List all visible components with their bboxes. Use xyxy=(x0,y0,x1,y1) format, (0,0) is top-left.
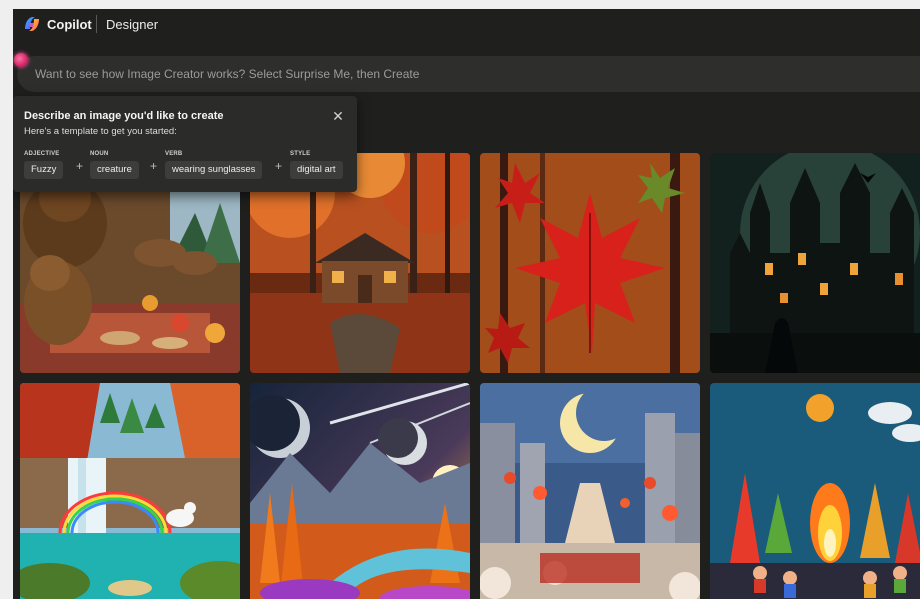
template-label-verb: VERB xyxy=(165,151,183,157)
template-chip-style[interactable]: digital art xyxy=(290,161,343,179)
template-popover: Describe an image you'd like to create H… xyxy=(13,96,357,192)
gallery-image-gothic-castle[interactable] xyxy=(710,153,920,373)
gallery-image-clay-fire-village[interactable] xyxy=(710,383,920,599)
template-label-noun: NOUN xyxy=(90,151,109,157)
prompt-indicator-icon xyxy=(14,53,28,67)
gallery-image-moon-city[interactable] xyxy=(480,383,700,599)
gallery-image-alien-planets[interactable] xyxy=(250,383,470,599)
designer-app: Copilot Designer Describe an image you'd… xyxy=(13,9,920,599)
template-label-style: STYLE xyxy=(290,151,311,157)
plus-icon: + xyxy=(275,159,283,173)
template-label-adjective: ADJECTIVE xyxy=(24,151,60,157)
plus-icon: + xyxy=(76,159,84,173)
product-name[interactable]: Designer xyxy=(106,17,158,32)
close-icon[interactable]: ✕ xyxy=(330,108,346,124)
gallery-image-red-maple-leaf[interactable] xyxy=(480,153,700,373)
gallery-image-waterfall-unicorn[interactable] xyxy=(20,383,240,599)
popover-title: Describe an image you'd like to create xyxy=(24,110,224,122)
template-chip-verb[interactable]: wearing sunglasses xyxy=(165,161,263,179)
header-divider xyxy=(96,15,97,33)
plus-icon: + xyxy=(150,159,158,173)
top-bar: Copilot Designer xyxy=(13,9,920,39)
brand-name[interactable]: Copilot xyxy=(47,17,92,32)
template-chip-noun[interactable]: creature xyxy=(90,161,139,179)
template-chip-adjective[interactable]: Fuzzy xyxy=(24,161,64,179)
popover-subtitle: Here's a template to get you started: xyxy=(24,126,177,137)
copilot-logo-icon[interactable] xyxy=(22,14,42,34)
prompt-input[interactable] xyxy=(35,65,895,83)
